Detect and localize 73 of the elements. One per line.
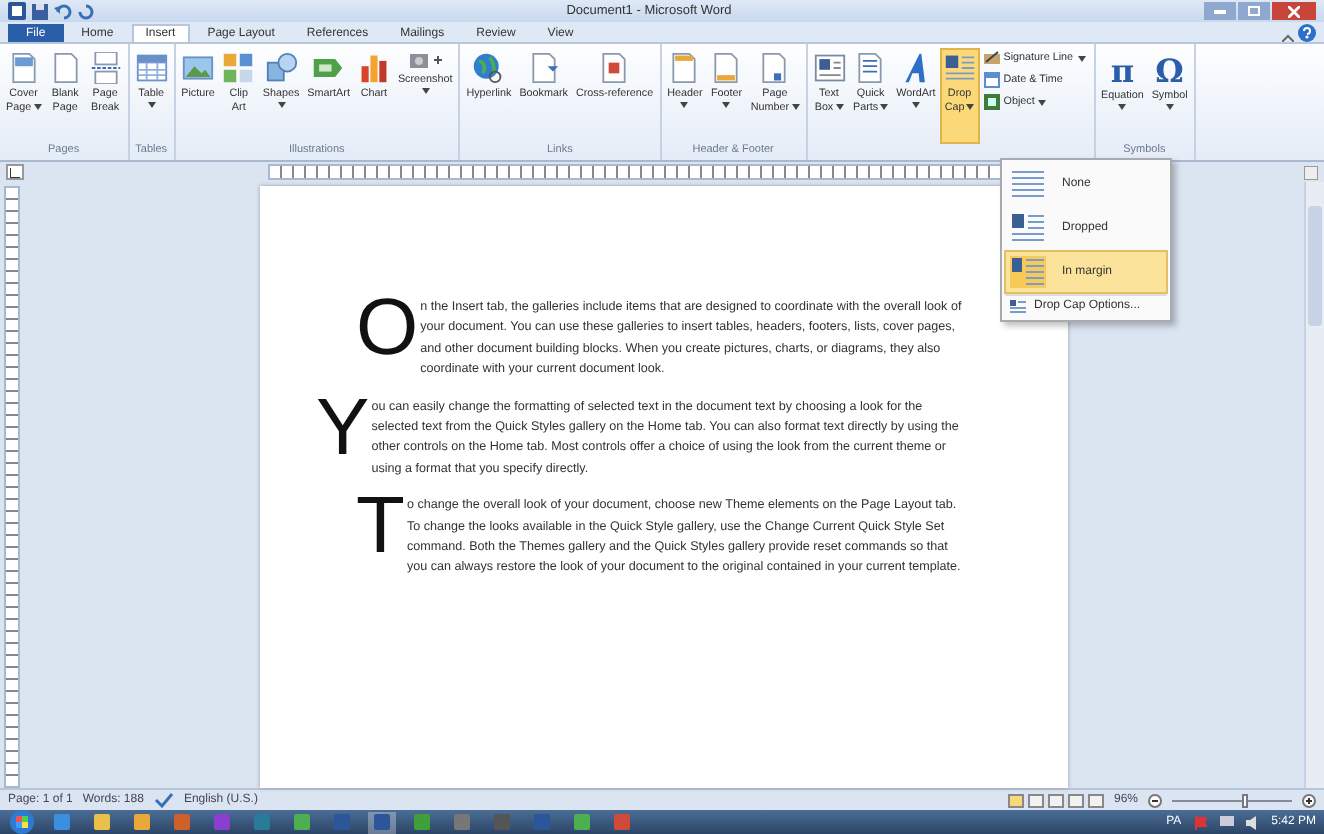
text-box-icon [813,52,845,84]
app-icon [54,814,70,830]
taskbar-button[interactable] [88,811,116,833]
minimize-icon [1214,9,1226,13]
shapes-icon [265,52,298,84]
table-icon [135,52,168,84]
page-icon [7,52,40,84]
picture-icon [181,52,214,84]
app-icon [534,814,550,830]
camera-icon [409,52,442,70]
flag-icon[interactable] [1193,815,1208,829]
page-break-icon [89,52,122,84]
bar-chart-icon [357,52,390,84]
header-icon [668,52,701,84]
maximize-button[interactable] [1238,2,1270,20]
zoom-slider-thumb[interactable] [1242,793,1248,807]
page-number-icon [758,52,791,84]
drop-cap-icon [943,52,976,84]
app-icon [334,814,350,830]
app-icon [294,814,310,830]
zoom-in-icon[interactable] [1302,793,1316,807]
taskbar-button[interactable] [168,811,196,833]
proofing-icon[interactable] [153,792,174,808]
redo-icon[interactable] [78,3,94,19]
app-icon [494,814,510,830]
app-icon [94,814,110,830]
help-icon[interactable] [1298,24,1316,42]
taskbar-button[interactable] [568,811,596,833]
app-icon [454,814,470,830]
lines-icon [1010,168,1046,200]
network-icon[interactable] [1219,815,1234,829]
app-icon [134,814,150,830]
app-icon [254,814,270,830]
footer-icon [710,52,743,84]
drop-cap-letter: O [356,298,419,362]
close-button[interactable] [1272,2,1316,20]
maximize-icon [1248,6,1260,16]
tab-selector-button[interactable] [6,164,24,180]
taskbar-button[interactable] [128,811,156,833]
taskbar-button[interactable] [288,811,316,833]
app-icon [574,814,590,830]
drop-cap-letter: Y [316,397,370,462]
drop-cap-icon [1010,256,1046,288]
drop-cap-icon [1010,299,1026,313]
app-icon [414,814,430,830]
zoom-out-icon[interactable] [1148,793,1162,807]
pen-icon [983,50,1000,66]
clip-art-icon [222,52,255,84]
taskbar-button[interactable] [48,811,76,833]
undo-icon[interactable] [54,3,72,19]
collapse-ribbon-icon[interactable] [1282,34,1294,42]
word-logo-icon [8,2,26,20]
document-icon [598,52,631,84]
app-icon [614,814,630,830]
bookmark-icon [527,52,560,84]
drop-cap-letter: T [356,496,405,561]
object-icon [983,94,1000,110]
app-icon [174,814,190,830]
taskbar-button[interactable] [408,811,436,833]
quick-parts-icon [854,52,887,84]
calendar-icon [983,72,1000,88]
app-icon [374,814,390,830]
drop-cap-icon [1010,212,1046,244]
globe-icon [472,52,505,84]
start-button[interactable] [8,810,36,834]
page-icon [49,52,82,84]
app-icon [214,814,230,830]
speaker-icon[interactable] [1245,815,1260,829]
minimize-button[interactable] [1204,2,1236,20]
close-icon [1288,5,1300,17]
vertical-scrollbar[interactable] [1304,182,1324,788]
taskbar-button[interactable] [368,811,396,833]
save-icon[interactable] [32,3,48,19]
